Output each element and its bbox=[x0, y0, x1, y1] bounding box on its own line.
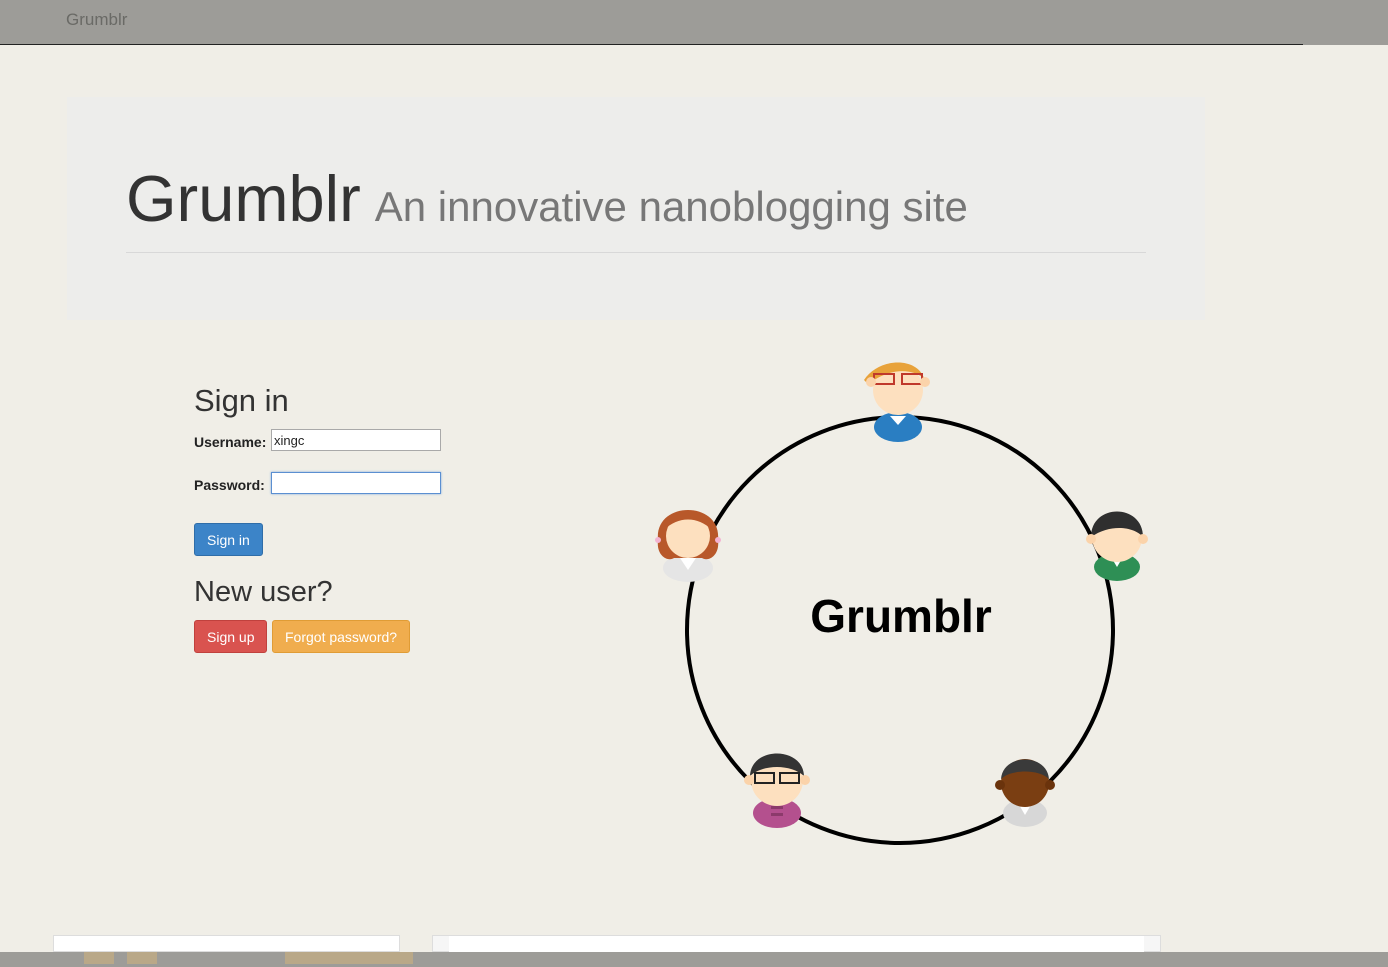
bottom-thumbnail bbox=[127, 952, 157, 964]
bottom-thumbnail bbox=[285, 952, 413, 964]
page-title: Grumblr An innovative nanoblogging site bbox=[126, 161, 968, 236]
signin-heading: Sign in bbox=[194, 383, 289, 418]
person-redhead-icon bbox=[655, 510, 721, 582]
person-green-icon bbox=[1086, 511, 1148, 581]
jumbotron-header: Grumblr An innovative nanoblogging site bbox=[67, 97, 1205, 320]
password-label: Password: bbox=[194, 477, 265, 493]
header-divider bbox=[126, 252, 1146, 253]
person-glasses-pink-icon bbox=[744, 753, 810, 828]
grumblr-logo: Grumblr bbox=[655, 362, 1148, 845]
bottom-thumbnail bbox=[84, 952, 114, 964]
person-glasses-blue-icon bbox=[864, 362, 930, 442]
username-field[interactable] bbox=[271, 429, 441, 451]
navbar-brand-link[interactable]: Grumblr bbox=[66, 10, 127, 30]
signin-button[interactable]: Sign in bbox=[194, 523, 263, 556]
bottom-panel-left bbox=[53, 935, 400, 952]
forgot-password-button[interactable]: Forgot password? bbox=[272, 620, 411, 653]
new-user-heading: New user? bbox=[194, 576, 333, 608]
navbar-divider bbox=[0, 44, 1303, 45]
site-title: Grumblr bbox=[126, 162, 361, 235]
bottom-bar bbox=[0, 952, 1388, 967]
underlying-page-strip bbox=[0, 935, 1388, 967]
site-subtitle: An innovative nanoblogging site bbox=[374, 183, 968, 230]
navbar: Grumblr bbox=[0, 0, 1388, 45]
bottom-panel-right bbox=[432, 935, 1161, 953]
signup-button[interactable]: Sign up bbox=[194, 620, 268, 653]
logo-text: Grumblr bbox=[810, 590, 992, 642]
person-dark-skin-icon bbox=[995, 759, 1055, 827]
username-label: Username: bbox=[194, 434, 267, 450]
password-field[interactable] bbox=[271, 472, 441, 494]
